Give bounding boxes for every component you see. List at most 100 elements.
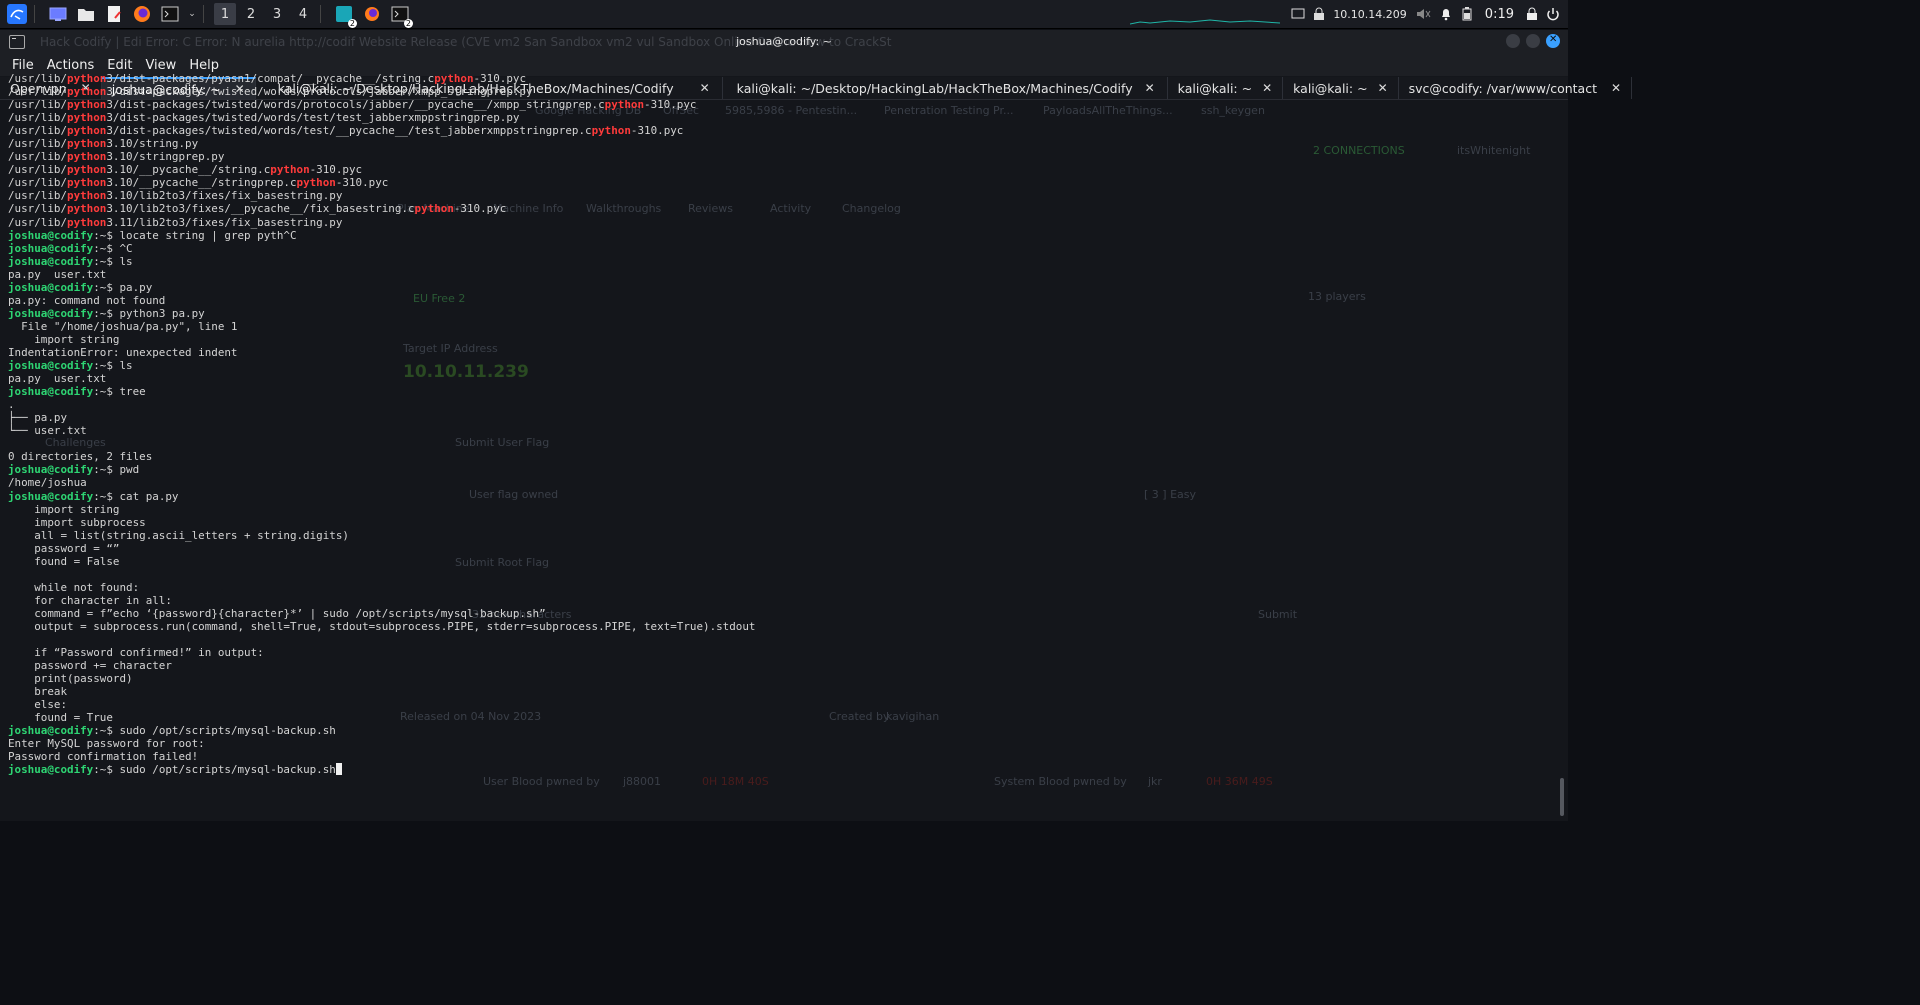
path-text: 3/dist-packages/twisted/words/test/__pyc… xyxy=(106,124,592,138)
path-text: /usr/lib/ xyxy=(8,176,68,190)
terminal-line: joshua@codify:~$ pa.py xyxy=(8,281,1548,294)
terminal-line: command = f”echo ‘{password}{character}*… xyxy=(8,607,1548,620)
path-text: -310.pyc xyxy=(630,124,684,138)
grep-match: python xyxy=(414,202,454,216)
workspace-4[interactable]: 4 xyxy=(292,3,314,25)
output-text: import subprocess xyxy=(8,515,146,529)
path-text: /usr/lib/ xyxy=(8,163,68,177)
path-text: -310.pyc xyxy=(453,202,507,216)
command-text: :~$ pa.py xyxy=(93,280,153,294)
display-icon[interactable] xyxy=(1291,8,1305,20)
minimize-button[interactable] xyxy=(1506,34,1520,48)
output-text: File "/home/joshua/pa.py", line 1 xyxy=(8,319,238,333)
output-text: break xyxy=(8,685,68,699)
vpn-ip-address: 10.10.14.209 xyxy=(1333,7,1407,21)
close-button[interactable] xyxy=(1546,34,1560,48)
taskbar-firefox-icon[interactable] xyxy=(361,3,383,25)
taskbar-terminal-icon[interactable]: 2 xyxy=(389,3,413,28)
shell-prompt: joshua@codify xyxy=(8,280,94,294)
terminal-line: while not found: xyxy=(8,581,1548,594)
output-text: output = subprocess.run(command, shell=T… xyxy=(8,619,756,633)
terminal-line: all = list(string.ascii_letters + string… xyxy=(8,529,1548,542)
terminal-line: /usr/lib/python3/dist-packages/twisted/w… xyxy=(8,111,1548,124)
path-text: 3/dist-packages/twisted/words/protocols/… xyxy=(106,98,605,112)
output-text: Enter MySQL password for root: xyxy=(8,737,205,751)
terminal-line: found = True xyxy=(8,711,1548,724)
output-text: IndentationError: unexpected indent xyxy=(8,345,238,359)
text-editor-icon[interactable] xyxy=(103,3,125,25)
output-text: └── user.txt xyxy=(8,424,87,438)
terminal-line: import string xyxy=(8,333,1548,346)
terminal-output[interactable]: /usr/lib/python3/dist-packages/pyasn1/co… xyxy=(8,72,1548,788)
terminal-line: /usr/lib/python3.10/lib2to3/fixes/fix_ba… xyxy=(8,189,1548,202)
maximize-button[interactable] xyxy=(1526,34,1540,48)
firefox-icon[interactable] xyxy=(131,3,153,25)
terminal-line: else: xyxy=(8,698,1548,711)
terminal-scrollbar[interactable] xyxy=(1560,778,1564,816)
grep-match: python xyxy=(67,124,107,138)
terminal-line: joshua@codify:~$ locate string | grep py… xyxy=(8,229,1548,242)
command-text: :~$ sudo /opt/scripts/mysql-backup.sh xyxy=(93,724,336,738)
terminal-icon[interactable] xyxy=(159,3,181,25)
terminal-line: /usr/lib/python3.10/stringprep.py xyxy=(8,150,1548,163)
taskbar-vpn-app-icon[interactable]: 2 xyxy=(333,3,357,28)
terminal-line: import subprocess xyxy=(8,516,1548,529)
workspace-2[interactable]: 2 xyxy=(240,3,262,25)
path-text: /usr/lib/ xyxy=(8,189,68,203)
output-text: password += character xyxy=(8,659,172,673)
terminal-line: joshua@codify:~$ python3 pa.py xyxy=(8,307,1548,320)
chevron-down-icon[interactable]: ⌄ xyxy=(187,3,197,25)
shell-prompt: joshua@codify xyxy=(8,489,94,503)
command-text: :~$ python3 pa.py xyxy=(93,306,205,320)
close-tab-icon[interactable]: ✕ xyxy=(1611,81,1621,95)
path-text: -310.pyc xyxy=(644,98,697,112)
path-text: 3/dist-packages/pyasn1/compat/__pycache_… xyxy=(106,72,435,85)
terminal-line: password += character xyxy=(8,659,1548,672)
top-panel: ⌄ 1 2 3 4 2 2 10.10.14.209 0:19 xyxy=(0,0,1568,29)
grep-match: python xyxy=(67,72,107,85)
clock[interactable]: 0:19 xyxy=(1481,7,1518,22)
path-text: 3.10/stringprep.py xyxy=(106,150,225,164)
terminal-line: 0 directories, 2 files xyxy=(8,450,1548,463)
output-text: found = False xyxy=(8,554,120,568)
power-icon[interactable] xyxy=(1546,7,1560,21)
folder-icon[interactable] xyxy=(75,3,97,25)
shell-prompt: joshua@codify xyxy=(8,724,94,738)
title-bar[interactable]: Hack Codify | Edi Error: C Error: N aure… xyxy=(0,30,1568,54)
mute-icon[interactable] xyxy=(1415,7,1431,21)
menu-view[interactable]: View xyxy=(139,58,183,73)
grep-match: python xyxy=(67,202,107,216)
path-text: 3.11/lib2to3/fixes/fix_basestring.py xyxy=(106,215,343,229)
output-text: pa.py user.txt xyxy=(8,372,107,386)
menu-help[interactable]: Help xyxy=(183,58,226,73)
lock-screen-icon[interactable] xyxy=(1526,7,1538,21)
terminal-line: joshua@codify:~$ sudo /opt/scripts/mysql… xyxy=(8,724,1548,737)
kali-menu-icon[interactable] xyxy=(6,3,28,25)
menu-edit[interactable]: Edit xyxy=(101,58,139,73)
workspace-1[interactable]: 1 xyxy=(214,3,236,25)
grep-match: python xyxy=(67,111,107,125)
terminal-line: ├── pa.py xyxy=(8,411,1548,424)
menu-file[interactable]: File xyxy=(0,58,41,73)
terminal-line: /home/joshua xyxy=(8,476,1548,489)
output-text: . xyxy=(8,398,15,412)
workspace-3[interactable]: 3 xyxy=(266,3,288,25)
command-text: :~$ ^C xyxy=(93,241,133,255)
output-text: ├── pa.py xyxy=(8,411,68,425)
terminal-line: for character in all: xyxy=(8,594,1548,607)
path-text: /usr/lib/ xyxy=(8,98,68,112)
menu-actions[interactable]: Actions xyxy=(41,58,102,73)
output-text: for character in all: xyxy=(8,593,172,607)
output-text: pa.py: command not found xyxy=(8,293,166,307)
command-text: :~$ locate string | grep pyth^C xyxy=(93,228,297,242)
battery-icon[interactable] xyxy=(1461,7,1473,21)
desktop-icon[interactable] xyxy=(47,3,69,25)
output-text: print(password) xyxy=(8,672,133,686)
grep-match: python xyxy=(67,176,107,190)
output-text: import string xyxy=(8,332,120,346)
notification-bell-icon[interactable] xyxy=(1439,7,1453,21)
terminal-line: pa.py user.txt xyxy=(8,372,1548,385)
grep-match: python xyxy=(67,137,107,151)
shell-prompt: joshua@codify xyxy=(8,385,94,399)
